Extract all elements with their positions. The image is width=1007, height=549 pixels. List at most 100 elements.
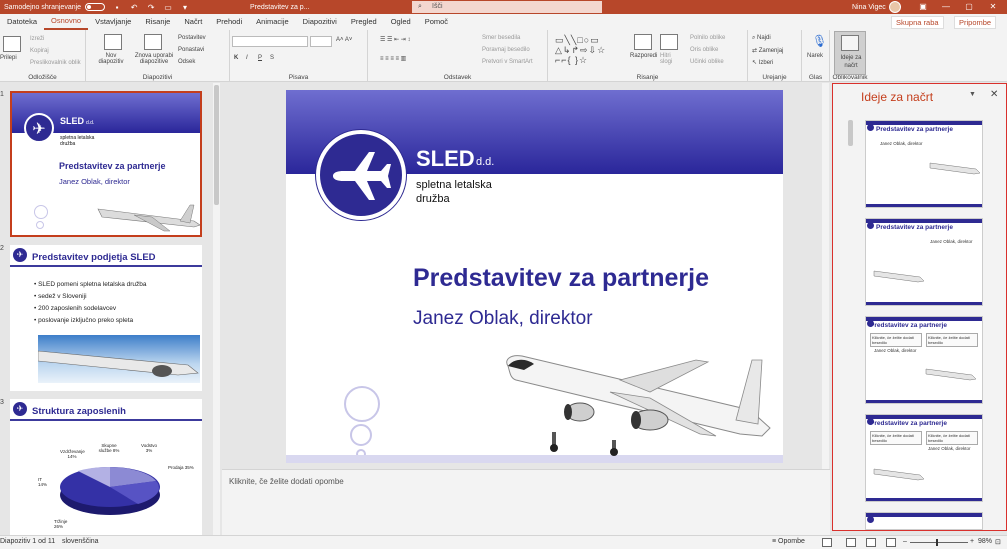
tab-draw[interactable]: Risanje bbox=[138, 14, 177, 30]
tab-insert[interactable]: Vstavljanje bbox=[88, 14, 138, 30]
tab-home[interactable]: Osnovno bbox=[44, 14, 89, 30]
smartart-button[interactable]: Pretvori v SmartArt bbox=[482, 59, 533, 65]
underline-button[interactable]: P bbox=[258, 55, 262, 61]
font-size-select[interactable] bbox=[310, 36, 332, 47]
present-icon[interactable]: ▭ bbox=[163, 2, 173, 12]
design-idea-3[interactable]: Predstavitev za partnerje Kliknite, če ž… bbox=[865, 316, 983, 404]
chevron-down-icon[interactable]: ▼ bbox=[969, 91, 976, 98]
design-ideas-button[interactable]: Ideje za načrt bbox=[834, 31, 866, 75]
tab-transitions[interactable]: Prehodi bbox=[209, 14, 249, 30]
paste-label[interactable]: Prilepi bbox=[0, 55, 17, 61]
grow-font-icon[interactable]: A˄ A˅ bbox=[336, 37, 352, 43]
close-icon[interactable]: ✕ bbox=[990, 89, 998, 100]
tab-file[interactable]: Datoteka bbox=[0, 14, 44, 30]
slide-subtitle[interactable]: Janez Oblak, direktor bbox=[413, 308, 593, 330]
shape-outline-button[interactable]: Oris oblike bbox=[690, 47, 718, 53]
reset-button[interactable]: Ponastavi bbox=[178, 47, 204, 53]
slide-title[interactable]: Predstavitev za partnerje bbox=[413, 264, 709, 293]
quick-styles-icon[interactable] bbox=[660, 34, 678, 50]
italic-button[interactable]: I bbox=[246, 55, 248, 61]
align-icons[interactable]: ≡ ≡ ≡ ≡ ▥ bbox=[380, 55, 406, 62]
quick-styles-button[interactable]: Hitri slogi bbox=[660, 53, 680, 65]
thumbnails-scrollbar[interactable] bbox=[213, 83, 220, 535]
pane-scrollbar[interactable] bbox=[847, 110, 854, 450]
reading-view-icon[interactable] bbox=[866, 538, 876, 547]
find-button[interactable]: ⌕ Najdi bbox=[752, 35, 771, 42]
slideshow-view-icon[interactable] bbox=[886, 538, 896, 547]
redo-icon[interactable]: ↷ bbox=[146, 2, 156, 12]
undo-icon[interactable]: ↶ bbox=[129, 2, 139, 12]
design-idea-5[interactable] bbox=[865, 512, 983, 530]
avatar[interactable] bbox=[889, 1, 901, 13]
slide-sorter-icon[interactable] bbox=[846, 538, 856, 547]
normal-view-icon[interactable] bbox=[822, 538, 832, 547]
save-icon[interactable]: ▪ bbox=[112, 2, 122, 12]
tab-help[interactable]: Pomoč bbox=[418, 14, 455, 30]
customize-qat-icon[interactable]: ▾ bbox=[180, 2, 190, 12]
arrange-button[interactable]: Razporedi bbox=[630, 53, 657, 59]
close-button[interactable]: ✕ bbox=[982, 0, 1004, 14]
font-name-select[interactable] bbox=[232, 36, 308, 47]
dictate-button[interactable]: Narek bbox=[807, 53, 823, 59]
bullet: • sedež v Sloveniji bbox=[34, 293, 87, 300]
restore-button[interactable]: ▢ bbox=[958, 0, 980, 14]
new-slide-button[interactable]: Nov diapozitiv bbox=[96, 53, 126, 65]
comments-button[interactable]: Pripombe bbox=[954, 16, 997, 29]
design-idea-2[interactable]: Predstavitev za partnerje Janez Oblak, d… bbox=[865, 218, 983, 306]
current-slide[interactable]: SLED d.d. spletna letalska družba Predst… bbox=[286, 90, 783, 463]
notes-toggle[interactable]: ≡ Opombe bbox=[772, 538, 805, 545]
microphone-icon[interactable]: 🎙 bbox=[812, 34, 827, 48]
replace-button[interactable]: ⇄ Zamenjaj bbox=[752, 47, 783, 54]
minimize-button[interactable]: — bbox=[935, 0, 957, 14]
tab-animations[interactable]: Animacije bbox=[249, 14, 296, 30]
new-slide-icon[interactable] bbox=[104, 34, 122, 50]
document-title[interactable]: Predstavitev za p... bbox=[250, 4, 310, 11]
search-box[interactable]: ⌕ Išči bbox=[412, 1, 602, 13]
shape-effects-button[interactable]: Učinki oblike bbox=[690, 59, 724, 65]
zoom-out-icon[interactable]: – bbox=[903, 538, 907, 545]
reuse-slides-button[interactable]: Znova uporabi diapozitive bbox=[130, 53, 178, 65]
user-name[interactable]: Nina Vigec bbox=[852, 4, 886, 11]
tab-slideshow[interactable]: Diapozitivi bbox=[296, 14, 344, 30]
zoom-level[interactable]: 98% bbox=[978, 538, 992, 545]
fit-to-window-icon[interactable]: ⊡ bbox=[995, 538, 1001, 546]
idea-header bbox=[866, 121, 982, 125]
strike-button[interactable]: S bbox=[270, 55, 274, 61]
shape-fill-button[interactable]: Polnilo oblike bbox=[690, 35, 725, 41]
arrange-icon[interactable] bbox=[634, 34, 652, 50]
cut-button[interactable]: Izreži bbox=[30, 36, 44, 42]
ribbon-display-icon[interactable]: ▣ bbox=[912, 0, 934, 14]
group-label-designer: Oblikovalnik bbox=[832, 74, 868, 81]
slide-thumbnail-3[interactable]: ✈ Struktura zaposlenih Skupne službe 8% … bbox=[10, 399, 202, 535]
tab-review[interactable]: Pregled bbox=[344, 14, 384, 30]
tab-design[interactable]: Načrt bbox=[177, 14, 209, 30]
design-idea-1[interactable]: Predstavitev za partnerje Janez Oblak, d… bbox=[865, 120, 983, 208]
align-text-button[interactable]: Poravnaj besedilo bbox=[482, 47, 530, 53]
design-idea-4[interactable]: Predstavitev za partnerje Kliknite, če ž… bbox=[865, 414, 983, 502]
text-direction-button[interactable]: Smer besedila bbox=[482, 35, 520, 41]
bold-button[interactable]: K bbox=[234, 55, 238, 61]
editor-scrollbar[interactable] bbox=[822, 83, 829, 469]
scrollbar-thumb[interactable] bbox=[848, 120, 853, 146]
tab-view[interactable]: Ogled bbox=[384, 14, 418, 30]
bullets-icon[interactable]: ☰ ☰ ⇤ ⇥ ↕ bbox=[380, 36, 410, 43]
shapes-gallery[interactable]: ▭╲╲□○▭ △↳↱⇨⇩☆ ⌐⌐{ }☆ bbox=[555, 35, 627, 67]
reuse-slides-icon[interactable] bbox=[144, 34, 162, 50]
paste-icon[interactable] bbox=[3, 36, 21, 52]
zoom-slider[interactable] bbox=[910, 542, 968, 543]
group-paragraph: ☰ ☰ ⇤ ⇥ ↕ ≡ ≡ ≡ ≡ ▥ Smer besedila Poravn… bbox=[368, 30, 548, 82]
format-painter-button[interactable]: Preslikovalnik oblik bbox=[30, 60, 81, 66]
layout-button[interactable]: Postavitev bbox=[178, 35, 206, 41]
share-button[interactable]: Skupna raba bbox=[891, 16, 944, 29]
autosave-toggle[interactable] bbox=[85, 3, 106, 11]
zoom-slider-knob[interactable] bbox=[936, 539, 938, 546]
copy-button[interactable]: Kopiraj bbox=[30, 48, 49, 54]
notes-pane[interactable]: Kliknite, če želite dodati opombe bbox=[222, 469, 830, 535]
language-indicator[interactable]: slovenščina bbox=[62, 538, 99, 545]
scrollbar-thumb[interactable] bbox=[214, 85, 219, 205]
section-button[interactable]: Odsek bbox=[178, 59, 195, 65]
select-button[interactable]: ↖ Izberi bbox=[752, 59, 773, 66]
slide-thumbnail-1[interactable]: ✈ SLED d.d. spletna letalska družba Pred… bbox=[10, 91, 202, 237]
zoom-in-icon[interactable]: + bbox=[970, 538, 974, 545]
slide-thumbnail-2[interactable]: ✈ Predstavitev podjetja SLED • SLED pome… bbox=[10, 245, 202, 391]
